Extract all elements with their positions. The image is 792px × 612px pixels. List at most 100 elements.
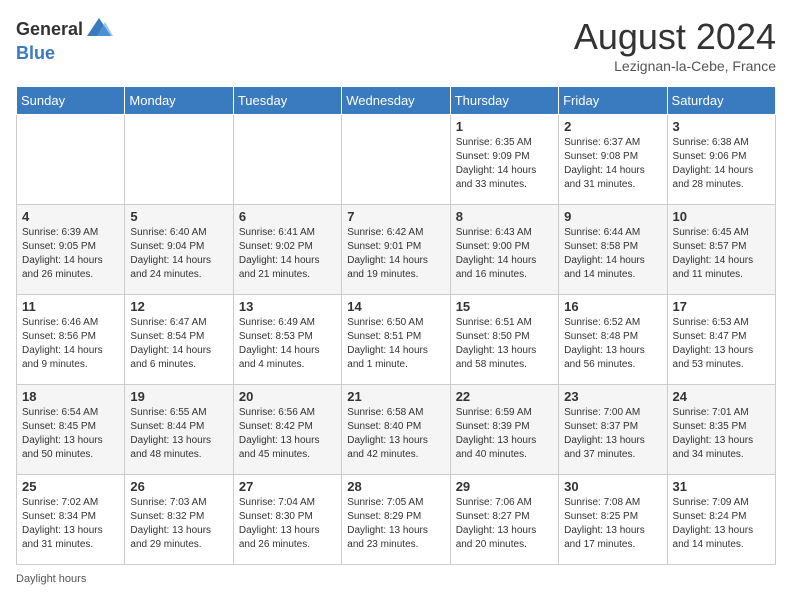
col-header-saturday: Saturday (667, 87, 775, 115)
day-cell: 11 Sunrise: 6:46 AM Sunset: 8:56 PM Dayli… (17, 295, 125, 385)
col-header-wednesday: Wednesday (342, 87, 450, 115)
day-number: 21 (347, 389, 444, 404)
day-cell: 16 Sunrise: 6:52 AM Sunset: 8:48 PM Dayli… (559, 295, 667, 385)
day-info: Sunrise: 7:08 AM Sunset: 8:25 PM Dayligh… (564, 496, 661, 552)
day-info: Sunrise: 7:09 AM Sunset: 8:24 PM Dayligh… (673, 496, 770, 552)
footer: Daylight hours (16, 573, 776, 585)
day-info: Sunrise: 6:43 AM Sunset: 9:00 PM Dayligh… (456, 226, 553, 282)
day-cell: 20Sunrise: 6:56 AM Sunset: 8:42 PM Dayli… (233, 385, 341, 475)
day-cell: 25 Sunrise: 7:02 AM Sunset: 8:34 PM Dayli… (17, 475, 125, 565)
day-number: 26 (130, 479, 227, 494)
day-cell (17, 115, 125, 205)
day-number: 10 (673, 209, 770, 224)
day-info: Sunrise: 7:06 AM Sunset: 8:27 PM Dayligh… (456, 496, 553, 552)
day-info: Sunrise: 6:50 AM Sunset: 8:51 PM Dayligh… (347, 316, 444, 372)
day-info: Sunrise: 6:51 AM Sunset: 8:50 PM Dayligh… (456, 316, 553, 372)
day-number: 27 (239, 479, 336, 494)
day-cell: 14 Sunrise: 6:50 AM Sunset: 8:51 PM Dayli… (342, 295, 450, 385)
day-cell: 8Sunrise: 6:43 AM Sunset: 9:00 PM Daylig… (450, 205, 558, 295)
day-info: Sunrise: 6:47 AM Sunset: 8:54 PM Dayligh… (130, 316, 227, 372)
day-cell (342, 115, 450, 205)
day-info: Sunrise: 6:56 AM Sunset: 8:42 PM Dayligh… (239, 406, 336, 462)
week-row-4: 18 Sunrise: 6:54 AM Sunset: 8:45 PM Dayli… (17, 385, 776, 475)
day-info: Sunrise: 7:05 AM Sunset: 8:29 PM Dayligh… (347, 496, 444, 552)
day-cell: 24Sunrise: 7:01 AM Sunset: 8:35 PM Dayli… (667, 385, 775, 475)
day-cell (125, 115, 233, 205)
week-row-5: 25 Sunrise: 7:02 AM Sunset: 8:34 PM Dayli… (17, 475, 776, 565)
logo-icon (85, 16, 113, 44)
col-header-thursday: Thursday (450, 87, 558, 115)
logo-general: General (16, 20, 83, 40)
day-cell: 29Sunrise: 7:06 AM Sunset: 8:27 PM Dayli… (450, 475, 558, 565)
day-info: Sunrise: 6:35 AM Sunset: 9:09 PM Dayligh… (456, 136, 553, 192)
day-cell: 9Sunrise: 6:44 AM Sunset: 8:58 PM Daylig… (559, 205, 667, 295)
day-cell: 5 Sunrise: 6:40 AM Sunset: 9:04 PM Daylig… (125, 205, 233, 295)
day-number: 4 (22, 209, 119, 224)
day-info: Sunrise: 6:37 AM Sunset: 9:08 PM Dayligh… (564, 136, 661, 192)
day-cell (233, 115, 341, 205)
header-row: SundayMondayTuesdayWednesdayThursdayFrid… (17, 87, 776, 115)
day-number: 5 (130, 209, 227, 224)
day-cell: 30 Sunrise: 7:08 AM Sunset: 8:25 PM Dayli… (559, 475, 667, 565)
day-info: Sunrise: 6:41 AM Sunset: 9:02 PM Dayligh… (239, 226, 336, 282)
day-cell: 2Sunrise: 6:37 AM Sunset: 9:08 PM Daylig… (559, 115, 667, 205)
day-cell: 13 Sunrise: 6:49 AM Sunset: 8:53 PM Dayli… (233, 295, 341, 385)
day-cell: 27 Sunrise: 7:04 AM Sunset: 8:30 PM Dayli… (233, 475, 341, 565)
day-cell: 4Sunrise: 6:39 AM Sunset: 9:05 PM Daylig… (17, 205, 125, 295)
day-info: Sunrise: 6:40 AM Sunset: 9:04 PM Dayligh… (130, 226, 227, 282)
day-number: 23 (564, 389, 661, 404)
day-number: 7 (347, 209, 444, 224)
day-info: Sunrise: 7:03 AM Sunset: 8:32 PM Dayligh… (130, 496, 227, 552)
day-number: 3 (673, 119, 770, 134)
day-info: Sunrise: 6:59 AM Sunset: 8:39 PM Dayligh… (456, 406, 553, 462)
day-info: Sunrise: 6:45 AM Sunset: 8:57 PM Dayligh… (673, 226, 770, 282)
day-cell: 23Sunrise: 7:00 AM Sunset: 8:37 PM Dayli… (559, 385, 667, 475)
day-cell: 15 Sunrise: 6:51 AM Sunset: 8:50 PM Dayli… (450, 295, 558, 385)
month-title: August 2024 (574, 16, 776, 58)
day-number: 18 (22, 389, 119, 404)
day-number: 31 (673, 479, 770, 494)
day-number: 16 (564, 299, 661, 314)
day-cell: 28Sunrise: 7:05 AM Sunset: 8:29 PM Dayli… (342, 475, 450, 565)
day-info: Sunrise: 6:46 AM Sunset: 8:56 PM Dayligh… (22, 316, 119, 372)
subtitle: Lezignan-la-Cebe, France (574, 58, 776, 74)
day-info: Sunrise: 6:54 AM Sunset: 8:45 PM Dayligh… (22, 406, 119, 462)
day-info: Sunrise: 6:44 AM Sunset: 8:58 PM Dayligh… (564, 226, 661, 282)
day-number: 12 (130, 299, 227, 314)
col-header-tuesday: Tuesday (233, 87, 341, 115)
day-info: Sunrise: 6:58 AM Sunset: 8:40 PM Dayligh… (347, 406, 444, 462)
header: General Blue August 2024 Lezignan-la-Ceb… (16, 16, 776, 74)
day-number: 14 (347, 299, 444, 314)
day-number: 13 (239, 299, 336, 314)
day-info: Sunrise: 6:55 AM Sunset: 8:44 PM Dayligh… (130, 406, 227, 462)
day-number: 30 (564, 479, 661, 494)
day-cell: 18 Sunrise: 6:54 AM Sunset: 8:45 PM Dayli… (17, 385, 125, 475)
day-number: 6 (239, 209, 336, 224)
day-number: 22 (456, 389, 553, 404)
day-cell: 21 Sunrise: 6:58 AM Sunset: 8:40 PM Dayli… (342, 385, 450, 475)
day-number: 15 (456, 299, 553, 314)
col-header-friday: Friday (559, 87, 667, 115)
day-cell: 19Sunrise: 6:55 AM Sunset: 8:44 PM Dayli… (125, 385, 233, 475)
day-number: 25 (22, 479, 119, 494)
day-cell: 7 Sunrise: 6:42 AM Sunset: 9:01 PM Daylig… (342, 205, 450, 295)
day-cell: 31 Sunrise: 7:09 AM Sunset: 8:24 PM Dayli… (667, 475, 775, 565)
day-info: Sunrise: 7:04 AM Sunset: 8:30 PM Dayligh… (239, 496, 336, 552)
col-header-monday: Monday (125, 87, 233, 115)
day-cell: 12 Sunrise: 6:47 AM Sunset: 8:54 PM Dayli… (125, 295, 233, 385)
day-cell: 1 Sunrise: 6:35 AM Sunset: 9:09 PM Daylig… (450, 115, 558, 205)
day-info: Sunrise: 7:02 AM Sunset: 8:34 PM Dayligh… (22, 496, 119, 552)
day-info: Sunrise: 7:01 AM Sunset: 8:35 PM Dayligh… (673, 406, 770, 462)
day-info: Sunrise: 6:42 AM Sunset: 9:01 PM Dayligh… (347, 226, 444, 282)
day-cell: 17Sunrise: 6:53 AM Sunset: 8:47 PM Dayli… (667, 295, 775, 385)
week-row-3: 11 Sunrise: 6:46 AM Sunset: 8:56 PM Dayli… (17, 295, 776, 385)
day-cell: 10 Sunrise: 6:45 AM Sunset: 8:57 PM Dayli… (667, 205, 775, 295)
daylight-label: Daylight hours (16, 573, 86, 585)
week-row-2: 4Sunrise: 6:39 AM Sunset: 9:05 PM Daylig… (17, 205, 776, 295)
day-cell: 3Sunrise: 6:38 AM Sunset: 9:06 PM Daylig… (667, 115, 775, 205)
day-number: 1 (456, 119, 553, 134)
col-header-sunday: Sunday (17, 87, 125, 115)
day-number: 11 (22, 299, 119, 314)
day-info: Sunrise: 6:49 AM Sunset: 8:53 PM Dayligh… (239, 316, 336, 372)
day-info: Sunrise: 6:52 AM Sunset: 8:48 PM Dayligh… (564, 316, 661, 372)
